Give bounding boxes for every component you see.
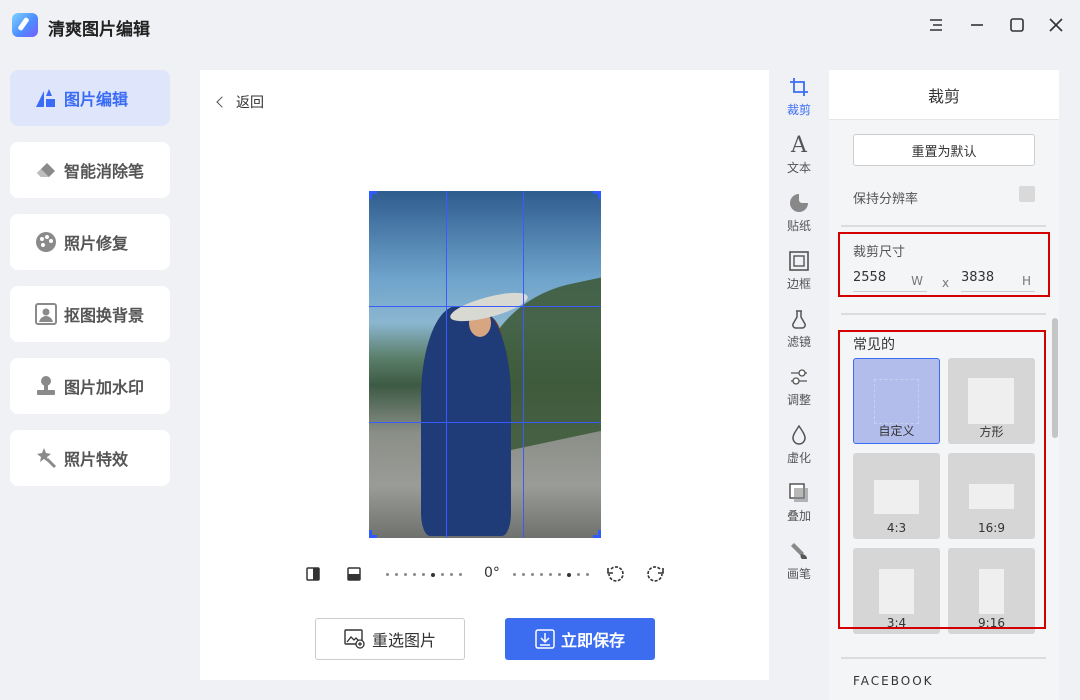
sidebar-item-label: 照片修复 — [64, 234, 129, 253]
app-logo-icon — [12, 13, 38, 37]
back-link[interactable]: 返回 — [216, 92, 264, 112]
chevron-left-icon — [216, 96, 228, 108]
crop-handle-top-right[interactable] — [593, 191, 601, 199]
close-icon[interactable] — [1045, 14, 1067, 36]
download-icon — [535, 629, 555, 649]
tool-frame[interactable]: 边框 — [779, 250, 819, 302]
portrait-icon — [34, 302, 58, 326]
text-icon: A — [791, 132, 807, 158]
transform-toolbar: 0° — [200, 563, 769, 587]
rotation-slider-left[interactable] — [386, 572, 468, 577]
crop-grid-line — [523, 191, 524, 538]
divider — [841, 313, 1046, 315]
eraser-icon — [34, 158, 58, 182]
sticker-icon — [788, 192, 810, 214]
divider — [841, 657, 1046, 659]
panel-scrollbar[interactable] — [1052, 318, 1058, 438]
crop-panel-title: 裁剪 — [829, 70, 1059, 120]
keep-resolution-checkbox[interactable] — [1019, 186, 1035, 202]
adjust-icon — [788, 366, 810, 388]
palette-icon — [34, 230, 58, 254]
presets-highlight-box — [838, 330, 1046, 629]
tool-label: 文本 — [786, 161, 811, 175]
rotation-slider-right[interactable] — [513, 572, 595, 577]
maximize-icon[interactable] — [1006, 14, 1028, 36]
flip-horizontal-icon[interactable] — [305, 566, 323, 584]
sidebar-item-photo-edit[interactable]: 图片编辑 — [10, 70, 170, 126]
blur-icon — [788, 424, 810, 446]
tool-label: 叠加 — [786, 509, 811, 523]
keep-resolution-label: 保持分辨率 — [853, 192, 919, 207]
tool-sticker[interactable]: 贴纸 — [779, 192, 819, 244]
tool-overlay[interactable]: 叠加 — [779, 482, 819, 534]
tool-blur[interactable]: 虚化 — [779, 424, 819, 476]
photo-edit-icon — [34, 86, 58, 110]
save-now-button[interactable]: 立即保存 — [505, 618, 655, 660]
title-bar: 清爽图片编辑 — [0, 0, 1080, 52]
flip-vertical-icon[interactable] — [346, 566, 364, 584]
photo-preview[interactable] — [369, 191, 601, 538]
tool-label: 裁剪 — [786, 103, 811, 117]
crop-size-highlight-box — [838, 232, 1050, 297]
tool-label: 虚化 — [786, 451, 811, 465]
rotate-left-icon[interactable] — [606, 565, 624, 583]
sidebar-item-smart-eraser[interactable]: 智能消除笔 — [10, 142, 170, 198]
sidebar-item-watermark[interactable]: 图片加水印 — [10, 358, 170, 414]
tool-label: 贴纸 — [786, 219, 811, 233]
reselect-label: 重选图片 — [371, 631, 436, 650]
crop-icon — [788, 76, 810, 98]
rotate-right-icon[interactable] — [647, 565, 665, 583]
tool-label: 边框 — [786, 277, 811, 291]
tool-label: 画笔 — [786, 567, 811, 581]
crop-handle-top-left[interactable] — [369, 191, 377, 199]
tool-label: 滤镜 — [786, 335, 811, 349]
magic-wand-icon — [34, 446, 58, 470]
facebook-section-label: FACEBOOK — [853, 674, 934, 688]
save-label: 立即保存 — [560, 631, 625, 650]
tool-label: 调整 — [786, 393, 811, 407]
reset-default-button[interactable]: 重置为默认 — [853, 134, 1035, 166]
sidebar-item-label: 抠图换背景 — [64, 306, 145, 325]
reselect-image-button[interactable]: 重选图片 — [315, 618, 465, 660]
crop-grid-line — [369, 422, 601, 423]
filter-icon — [788, 308, 810, 330]
crop-handle-bottom-right[interactable] — [593, 530, 601, 538]
canvas-panel: 返回 0° 重选图片 立即保存 — [200, 70, 769, 680]
crop-grid-line — [369, 306, 601, 307]
sidebar-item-photo-effects[interactable]: 照片特效 — [10, 430, 170, 486]
stamp-icon — [34, 374, 58, 398]
crop-handle-bottom-left[interactable] — [369, 530, 377, 538]
back-label: 返回 — [236, 95, 264, 111]
sidebar-item-label: 图片编辑 — [64, 90, 129, 109]
minimize-icon[interactable] — [966, 14, 988, 36]
sidebar-item-label: 智能消除笔 — [64, 162, 145, 181]
menu-icon[interactable] — [925, 14, 947, 36]
app-title: 清爽图片编辑 — [48, 20, 150, 40]
sidebar-item-photo-repair[interactable]: 照片修复 — [10, 214, 170, 270]
tool-brush[interactable]: 画笔 — [779, 540, 819, 592]
divider — [841, 225, 1046, 227]
sidebar-item-label: 图片加水印 — [64, 378, 145, 397]
overlay-icon — [788, 482, 810, 504]
photo-person — [421, 306, 511, 536]
sidebar-item-cutout-background[interactable]: 抠图换背景 — [10, 286, 170, 342]
image-reselect-icon — [344, 629, 366, 649]
crop-grid-line — [446, 191, 447, 538]
sidebar-item-label: 照片特效 — [64, 450, 129, 469]
frame-icon — [788, 250, 810, 272]
tool-adjust[interactable]: 调整 — [779, 366, 819, 418]
brush-icon — [788, 540, 810, 562]
tool-text[interactable]: A 文本 — [779, 132, 819, 186]
tool-crop[interactable]: 裁剪 — [779, 76, 819, 128]
tool-filter[interactable]: 滤镜 — [779, 308, 819, 360]
rotation-angle: 0° — [484, 565, 500, 581]
